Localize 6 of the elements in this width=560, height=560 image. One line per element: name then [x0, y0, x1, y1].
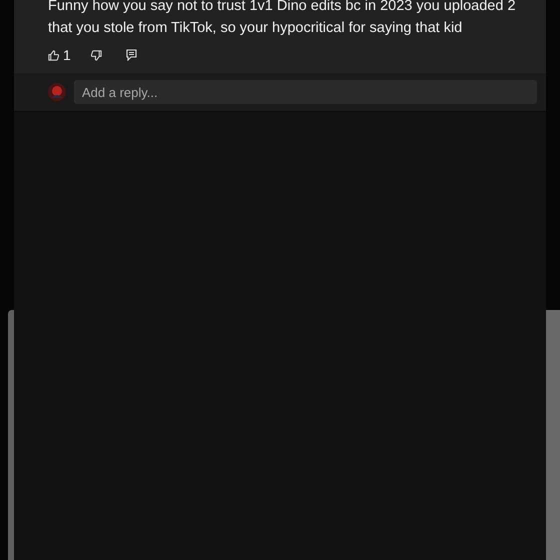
reply-icon[interactable] [126, 49, 137, 61]
avatar-icon [48, 83, 66, 101]
reply-field[interactable]: Add a reply... [74, 80, 537, 104]
like-count: 1 [63, 47, 71, 63]
thumbs-up-icon[interactable] [48, 50, 59, 60]
thumbs-down-icon[interactable] [90, 50, 102, 60]
